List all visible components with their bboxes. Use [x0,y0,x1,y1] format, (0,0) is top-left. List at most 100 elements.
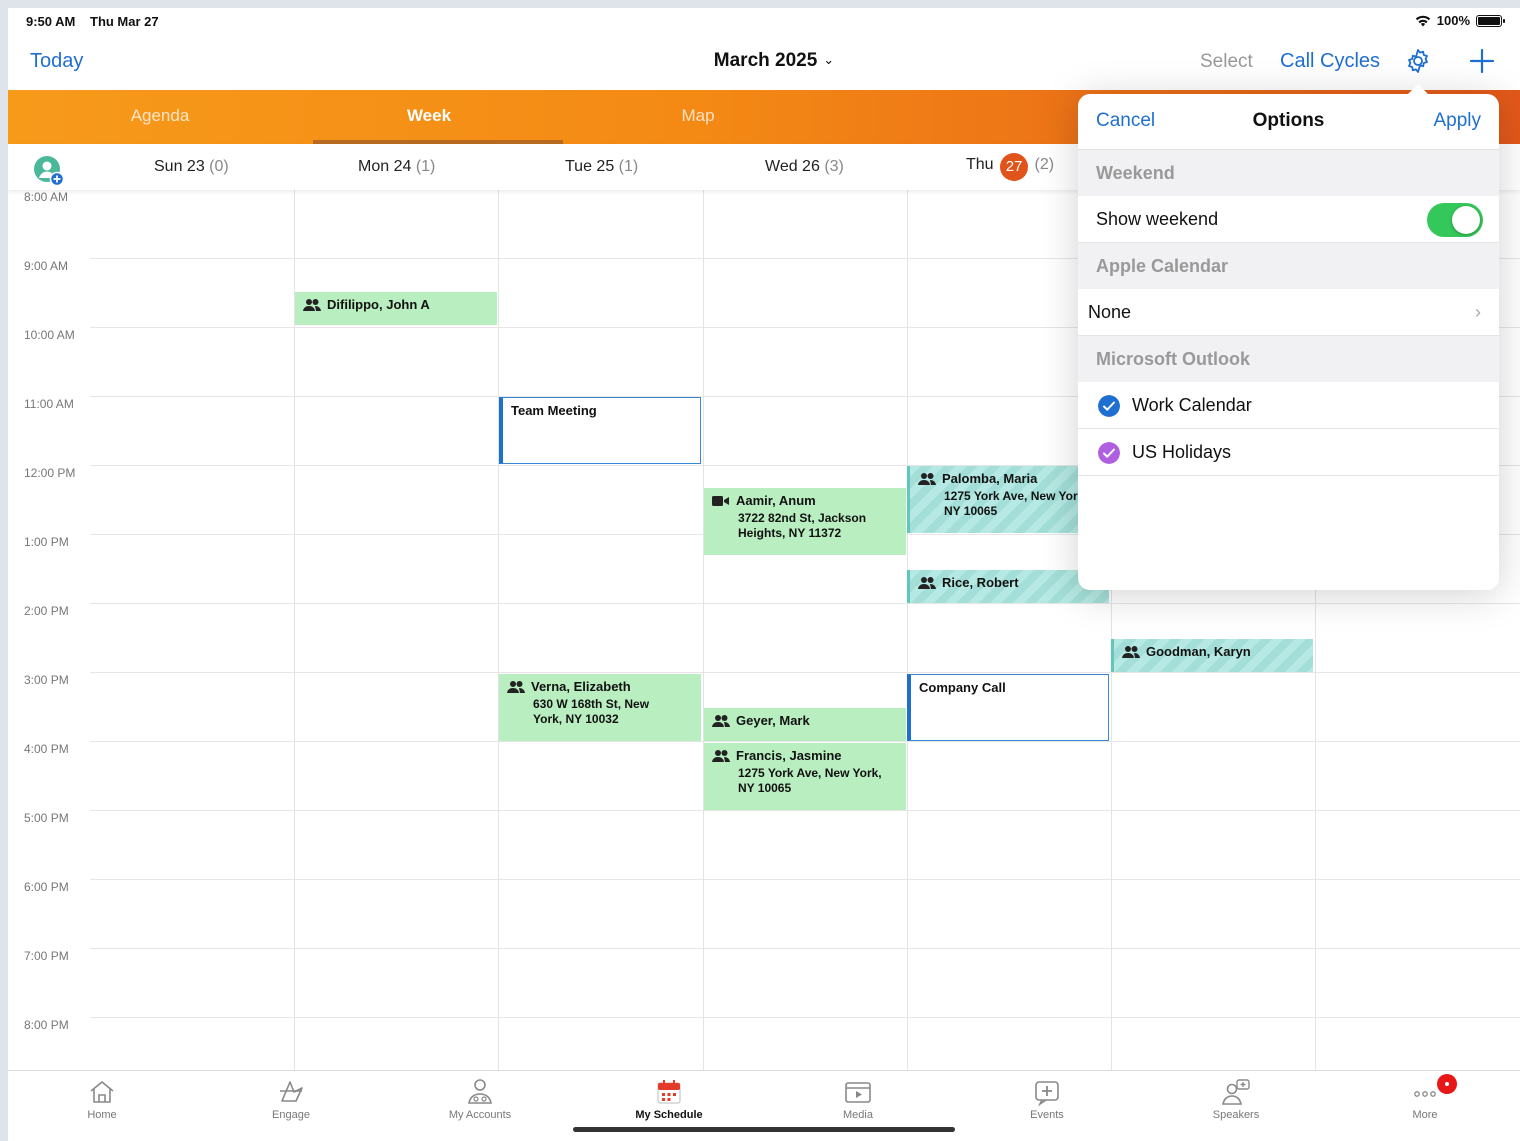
people-icon [507,680,525,693]
tab-agenda[interactable]: Agenda [26,90,294,144]
tab-label: Events [1030,1109,1064,1121]
day-sun[interactable]: Sun 23 (0) [154,158,229,176]
event-title: Aamir, Anum [736,493,816,508]
tab-more[interactable]: More [1365,1077,1485,1121]
event-address-line1: 630 W 168th St, New [533,697,650,711]
time-label: 12:00 PM [24,466,76,480]
event-title: Palomba, Maria [942,471,1038,486]
tab-label: My Accounts [448,1109,512,1121]
tab-week[interactable]: Week [295,90,563,144]
media-icon [845,1082,871,1103]
event-company-call[interactable]: Company Call [907,674,1109,741]
people-icon [918,472,936,485]
popover-arrow [1406,84,1430,96]
event-title: Geyer, Mark [736,713,810,728]
ipad-screen: 9:50 AM Thu Mar 27 100% Today March 2025… [8,8,1520,1141]
event-goodman[interactable]: Goodman, Karyn [1111,639,1313,672]
event-title: Francis, Jasmine [736,748,842,763]
tab-speakers[interactable]: Speakers [1176,1077,1296,1121]
engage-icon [280,1081,303,1102]
event-geyer[interactable]: Geyer, Mark [704,708,906,741]
time-label: 5:00 PM [24,811,69,825]
work-calendar-row[interactable]: Work Calendar [1078,382,1499,429]
tab-home[interactable]: Home [42,1077,162,1121]
tab-label: Engage [272,1109,310,1121]
event-title: Rice, Robert [942,575,1019,590]
apple-calendar-row[interactable]: None › [1078,289,1499,336]
more-icon [1414,1091,1436,1097]
tab-media[interactable]: Media [798,1077,918,1121]
status-date: Thu Mar 27 [90,14,159,29]
event-francis[interactable]: Francis, Jasmine 1275 York Ave, New York… [704,743,906,810]
popover-header: Cancel Options Apply [1078,94,1499,150]
event-verna[interactable]: Verna, Elizabeth 630 W 168th St, New York… [499,674,701,741]
home-icon [90,1081,114,1103]
chevron-down-icon: ⌄ [823,52,835,67]
tab-my-accounts[interactable]: My Accounts [420,1077,540,1121]
event-title: Difilippo, John A [327,297,430,312]
day-thu[interactable]: Thu 27 (2) [966,153,1054,181]
people-icon [1122,645,1140,658]
checkmark-circle-icon[interactable] [1098,442,1120,464]
show-weekend-label: Show weekend [1096,209,1219,229]
day-mon[interactable]: Mon 24 (1) [358,158,435,176]
tab-engage[interactable]: Engage [231,1077,351,1121]
day-tue[interactable]: Tue 25 (1) [565,158,638,176]
people-icon [712,714,730,727]
event-address-line2: NY 10065 [738,781,792,795]
us-holidays-row[interactable]: US Holidays [1078,429,1499,476]
time-label: 10:00 AM [24,328,75,342]
chevron-right-icon: › [1475,302,1481,322]
tab-label: Home [87,1109,117,1121]
apply-button[interactable]: Apply [1433,110,1481,132]
time-label: 7:00 PM [24,949,69,963]
people-icon [712,749,730,762]
day-label: Mon 24 [358,158,412,175]
people-icon [303,298,321,311]
day-count: (2) [1034,156,1055,173]
call-cycles-button[interactable]: Call Cycles [1280,50,1380,73]
add-attendee-icon[interactable] [34,156,64,186]
tab-events[interactable]: Events [987,1077,1107,1121]
day-label: Thu [966,156,994,173]
time-label: 9:00 AM [24,259,69,273]
today-badge: 27 [1000,153,1029,181]
notification-badge [1437,1074,1457,1094]
time-label: 4:00 PM [24,742,69,756]
event-aamir[interactable]: Aamir, Anum 3722 82nd St, Jackson Heights… [704,488,906,555]
event-difilippo[interactable]: Difilippo, John A [295,292,497,325]
event-title: Team Meeting [511,403,597,418]
add-icon[interactable] [1468,47,1496,75]
calendar-icon [657,1080,681,1104]
battery-icon [1476,14,1505,27]
event-address-line2: York, NY 10032 [533,712,619,726]
day-count: (1) [415,158,436,175]
status-right: 100% [1415,13,1505,28]
time-label: 6:00 PM [24,880,69,894]
gear-icon[interactable] [1404,47,1432,75]
tab-my-schedule[interactable]: My Schedule [609,1077,729,1121]
select-button[interactable]: Select [1200,51,1253,73]
event-address-line1: 1275 York Ave, New York, [944,489,1088,503]
people-icon [918,576,936,589]
day-wed[interactable]: Wed 26 (3) [765,158,844,176]
home-indicator [573,1127,955,1132]
time-label: 2:00 PM [24,604,69,618]
time-label: 1:00 PM [24,535,69,549]
tab-label: More [1412,1109,1438,1121]
tab-map[interactable]: Map [564,90,832,144]
show-weekend-toggle[interactable] [1427,203,1483,237]
speakers-icon [1222,1079,1250,1105]
day-count: (0) [209,158,229,175]
apple-calendar-value: None [1088,302,1132,322]
event-team-meeting[interactable]: Team Meeting [499,397,701,464]
event-palomba[interactable]: Palomba, Maria 1275 York Ave, New York, N… [907,466,1097,533]
time-label: 8:00 PM [24,1018,69,1032]
checkmark-circle-icon[interactable] [1098,395,1120,417]
day-label: Tue 25 [565,158,615,175]
work-calendar-label: Work Calendar [1132,395,1252,415]
event-address-line2: Heights, NY 11372 [738,526,842,540]
nav-bar: Today March 2025 ⌄ Select Call Cycles [8,34,1520,90]
event-title: Company Call [919,680,1006,695]
day-label: Wed 26 [765,158,820,175]
